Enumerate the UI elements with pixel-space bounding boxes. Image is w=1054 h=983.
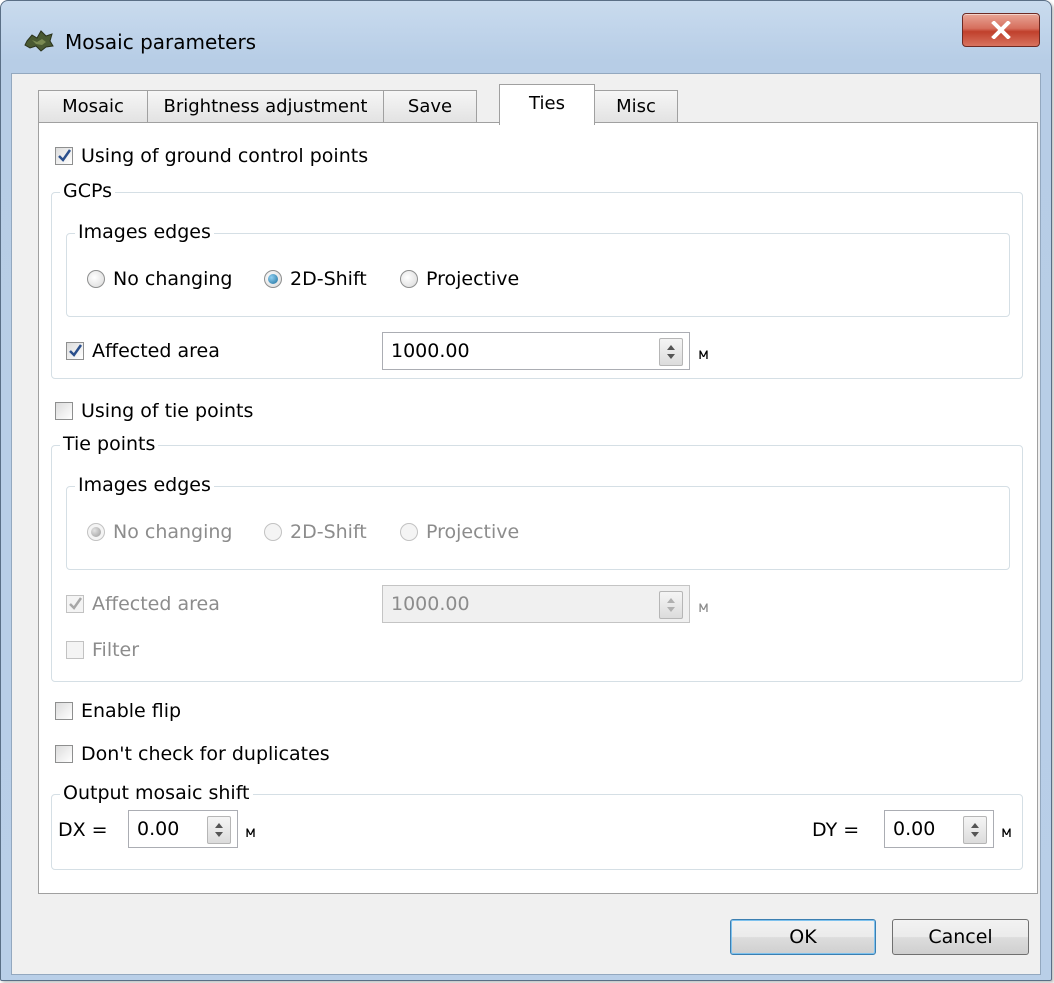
check-icon [69,344,83,357]
spin-arrows-icon [971,823,979,837]
spin-arrows-icon [215,823,223,837]
window-title: Mosaic parameters [65,30,257,54]
spin-arrows[interactable] [963,816,987,844]
unit-label: м [699,598,709,616]
filter-checkbox[interactable]: Filter [66,639,139,661]
checkbox-box[interactable] [55,745,73,763]
mosaic-app-icon [23,27,55,53]
checkbox-box[interactable] [66,641,84,659]
spin-arrows[interactable] [659,591,683,619]
tab-brightness-adjustment[interactable]: Brightness adjustment [147,90,384,123]
affected-area-label: Affected area [92,593,220,615]
ties-panel: Using of ground control points GCPs Imag… [38,122,1038,894]
spin-arrows[interactable] [659,338,683,366]
radio-button[interactable] [400,523,418,541]
tie-points-checkbox-label: Using of tie points [81,400,254,422]
checkbox-box[interactable] [55,147,73,165]
dx-unit: м [246,823,256,841]
gcp-checkbox-label: Using of ground control points [81,145,369,167]
enable-flip-checkbox[interactable]: Enable flip [55,700,181,722]
radio-button[interactable] [264,270,282,288]
title-bar[interactable]: Mosaic parameters [1,1,1051,73]
gcps-affected-area-checkbox[interactable]: Affected area [66,340,220,362]
no-duplicates-checkbox[interactable]: Don't check for duplicates [55,743,330,765]
tie-points-group: Tie points Images edges No changing 2D-S… [51,433,1023,682]
tab-misc[interactable]: Misc [594,90,678,123]
radio-label: Projective [426,268,520,290]
dialog-window: Mosaic parameters Mosaic Brightness adju… [0,0,1052,981]
gcps-radio-2d-shift[interactable]: 2D-Shift [264,268,367,290]
radio-button[interactable] [400,270,418,288]
gcps-edges-group: Images edges No changing 2D-Shift Projec… [66,221,1010,317]
tie-radio-2d-shift[interactable]: 2D-Shift [264,521,367,543]
spin-arrows-icon [667,598,675,612]
gcps-group-title: GCPs [60,180,116,202]
affected-area-label: Affected area [92,340,220,362]
spin-arrows-icon [667,345,675,359]
tie-points-checkbox[interactable]: Using of tie points [55,400,253,422]
dx-spinbox[interactable]: 0.00 [128,810,238,848]
close-button[interactable] [962,13,1040,47]
tab-save[interactable]: Save [383,90,477,123]
tab-ties[interactable]: Ties [499,84,595,125]
tie-edges-group: Images edges No changing 2D-Shift Projec… [66,474,1010,570]
output-shift-group: Output mosaic shift DX = 0.00 м DY = 0.0… [51,782,1023,870]
checkbox-box[interactable] [66,342,84,360]
dy-spinbox[interactable]: 0.00 [884,810,994,848]
gcps-affected-area-spinbox[interactable]: 1000.00 [382,332,690,370]
filter-label: Filter [92,639,140,661]
dy-unit: м [1002,823,1012,841]
radio-label: Projective [426,521,520,543]
no-duplicates-label: Don't check for duplicates [81,743,330,765]
spinbox-value[interactable]: 1000.00 [391,340,470,362]
tie-edges-title: Images edges [75,474,214,496]
output-shift-title: Output mosaic shift [60,782,253,804]
tab-mosaic[interactable]: Mosaic [38,90,148,123]
ok-button[interactable]: OK [730,919,876,955]
radio-label: No changing [113,268,233,290]
tie-affected-area-checkbox[interactable]: Affected area [66,593,220,615]
dy-label: DY = [812,819,860,841]
gcps-edges-title: Images edges [75,221,214,243]
radio-label: 2D-Shift [290,521,367,543]
spinbox-value[interactable]: 1000.00 [391,593,470,615]
radio-button[interactable] [264,523,282,541]
check-icon [69,597,83,610]
dialog-body: Mosaic Brightness adjustment Save Ties M… [11,73,1041,975]
checkbox-box[interactable] [66,595,84,613]
tie-radio-no-changing[interactable]: No changing [87,521,233,543]
gcps-group: GCPs Images edges No changing 2D-Shift P… [51,180,1023,379]
radio-button[interactable] [87,523,105,541]
gcps-radio-projective[interactable]: Projective [400,268,519,290]
check-icon [58,149,72,162]
tie-points-group-title: Tie points [60,433,159,455]
tie-radio-projective[interactable]: Projective [400,521,519,543]
unit-label: м [699,345,709,363]
gcps-radio-no-changing[interactable]: No changing [87,268,233,290]
radio-button[interactable] [87,270,105,288]
spin-arrows[interactable] [207,816,231,844]
cancel-button[interactable]: Cancel [892,919,1029,955]
spinbox-value[interactable]: 0.00 [893,818,935,840]
tie-affected-area-spinbox[interactable]: 1000.00 [382,585,690,623]
radio-label: No changing [113,521,233,543]
dx-label: DX = [58,819,108,841]
radio-label: 2D-Shift [290,268,367,290]
checkbox-box[interactable] [55,402,73,420]
gcp-checkbox[interactable]: Using of ground control points [55,145,368,167]
enable-flip-label: Enable flip [81,700,182,722]
checkbox-box[interactable] [55,702,73,720]
close-icon [991,21,1011,39]
spinbox-value[interactable]: 0.00 [137,818,179,840]
